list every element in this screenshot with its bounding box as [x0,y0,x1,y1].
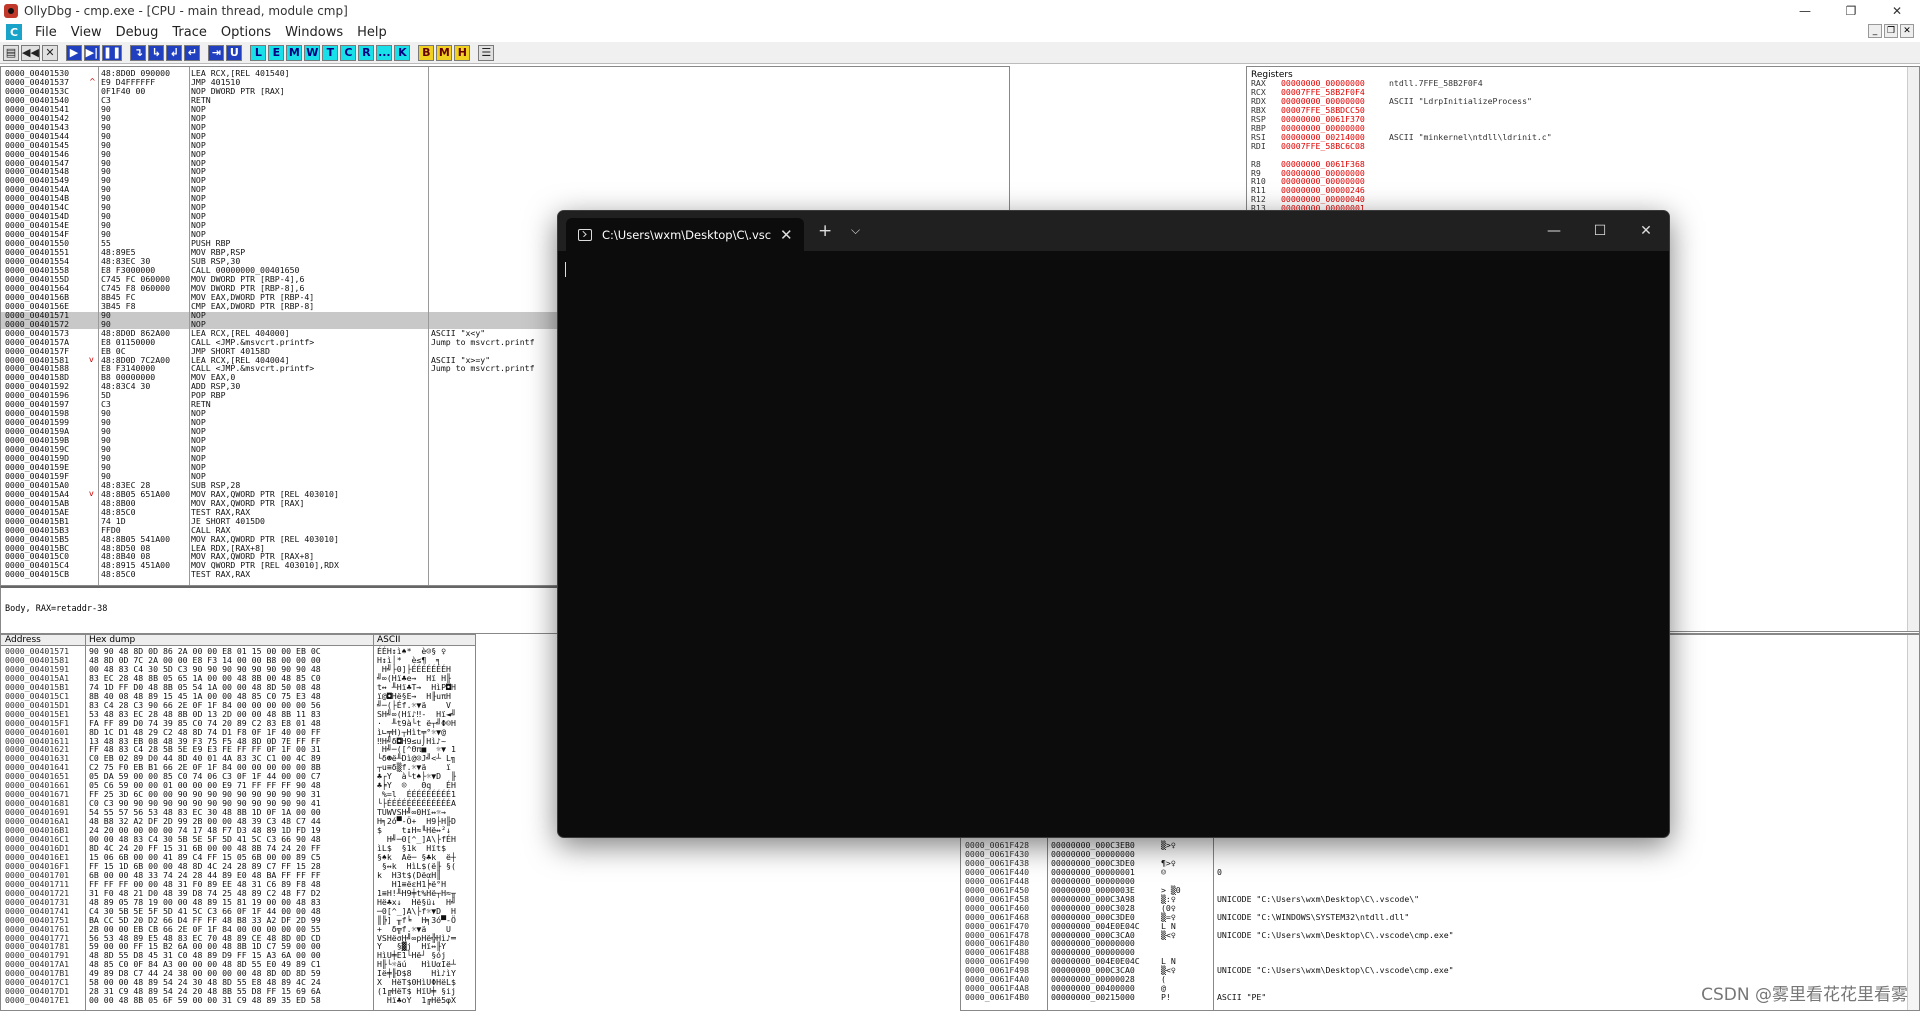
threads-window-button[interactable]: T [322,44,339,61]
terminal-maximize-button[interactable]: ☐ [1577,211,1623,251]
toolbar: ▤ ◀◀ ✕ ▶ ▶| ❚❚ ↴ ↳ ↲ ↵ ⇥ U L E M W T C R… [0,42,1920,64]
run-thread-icon[interactable]: ▶| [83,44,100,61]
list-options-icon[interactable]: ☰ [478,44,495,61]
dump-addresses[interactable]: 0000_00401571 0000_00401581 0000_0040159… [5,647,69,1005]
terminal-close-button[interactable]: ✕ [1623,211,1669,251]
ollydbg-bug-icon [4,4,18,18]
text-cursor [565,262,566,277]
cpu-window-icon[interactable]: C [6,24,22,40]
open-icon[interactable]: ▤ [3,44,19,61]
trace-into-icon[interactable]: ↲ [166,44,183,61]
mdi-restore-button[interactable]: ❐ [1884,24,1898,38]
disasm-commands[interactable]: LEA RCX,[REL 401540] JMP 401510 NOP DWOR… [191,69,429,579]
disasm-hex[interactable]: 48:8D0D 090000 E9 D4FFFFFF 0F1F40 00 C3 … [101,69,189,579]
terminal-minimize-button[interactable]: — [1531,211,1577,251]
register-values[interactable]: 00000000_00000000 00007FFE_58B2F0F4 0000… [1281,79,1365,222]
menu-bar: C File View Debug Trace Options Windows … [0,22,1920,42]
dump-ascii[interactable]: ÉÉH↕ì♠* è☺§ ♀ H↕ì│* è≤¶ ╕ H╝├0]├ÉÉÉÉÉÉÉH… [377,647,456,1005]
menu-trace[interactable]: Trace [165,25,214,40]
menu-debug[interactable]: Debug [109,25,166,40]
windows-window-button[interactable]: W [304,44,321,61]
dump-address-header[interactable]: Address [5,635,41,645]
menu-file[interactable]: File [28,25,64,40]
hardware-breakpoints-button[interactable]: H [454,44,471,61]
chevron-down-icon[interactable]: ⌵ [851,223,860,238]
step-over-icon[interactable]: ↳ [148,44,165,61]
dump-hex[interactable]: 90 90 48 8D 0D 86 2A 00 00 E8 01 15 00 0… [89,647,321,1005]
menu-options[interactable]: Options [214,25,278,40]
run-icon[interactable]: ▶ [65,44,82,61]
info-text: Body, RAX=retaddr-38 [5,604,108,614]
terminal-icon [578,228,592,241]
log-window-button[interactable]: L [250,44,267,61]
terminal-tab-bar: C:\Users\wxm\Desktop\C\.vsc ✕ + ⌵ — ☐ ✕ [558,211,1669,251]
jump-arrow-down: v [89,489,94,498]
disasm-addresses[interactable]: 0000_00401530 0000_00401537 0000_0040153… [5,69,97,579]
new-tab-icon[interactable]: + [818,221,832,241]
restart-icon[interactable]: ◀◀ [21,44,40,61]
close-program-icon[interactable]: ✕ [41,44,58,61]
pause-icon[interactable]: ❚❚ [101,44,123,61]
mdi-close-button[interactable]: ✕ [1900,24,1914,38]
step-into-icon[interactable]: ↴ [130,44,147,61]
memory-breakpoints-button[interactable]: M [436,44,453,61]
memory-window-button[interactable]: M [286,44,303,61]
execute-till-user-code-icon[interactable]: U [226,44,243,61]
register-comments: ntdll.7FFE_58B2F0F4 ASCII "LdrpInitializ… [1389,78,1552,142]
minimize-button[interactable]: — [1782,0,1828,22]
call-stack-button[interactable]: K [394,44,411,61]
terminal-tab[interactable]: C:\Users\wxm\Desktop\C\.vsc ✕ [566,218,804,251]
watermark-text: CSDN @雾里看花花里看雾 [1701,985,1908,1005]
tab-close-icon[interactable]: ✕ [780,226,793,244]
mdi-minimize-button[interactable]: _ [1868,24,1882,38]
references-window-button[interactable]: R [358,44,375,61]
terminal-tab-title: C:\Users\wxm\Desktop\C\.vsc [602,227,772,242]
modules-window-button[interactable]: E [268,44,285,61]
stack-values[interactable]: 00000000_000C3EB0 00000000_00000000 0000… [1051,841,1140,1002]
register-names: RAX RCX RDX RBX RSP RBP RSI RDI R8 R9 R1… [1251,78,1266,222]
close-button[interactable]: ✕ [1874,0,1920,22]
dump-pane[interactable]: Address Hex dump ASCII 0000_00401571 000… [0,634,476,1011]
trace-over-icon[interactable]: ↵ [184,44,201,61]
restore-button[interactable]: ❐ [1828,0,1874,22]
window-title: OllyDbg - cmp.exe - [CPU - main thread, … [24,4,348,18]
dump-hex-header[interactable]: Hex dump [89,635,135,645]
run-trace-button[interactable]: ... [376,44,393,61]
terminal-window[interactable]: C:\Users\wxm\Desktop\C\.vsc ✕ + ⌵ — ☐ ✕ [557,210,1670,838]
stack-comments: 0 UNICODE "C:\Users\wxm\Desktop\C\.vscod… [1217,866,1454,1003]
dump-ascii-header[interactable]: ASCII [377,635,400,645]
execute-till-return-icon[interactable]: ⇥ [208,44,225,61]
registers-scrollbar[interactable] [1907,67,1919,631]
menu-view[interactable]: View [64,25,109,40]
stack-scrollbar[interactable] [1907,635,1919,1010]
stack-addresses[interactable]: 0000_0061F428 0000_0061F430 0000_0061F43… [965,841,1029,1002]
menu-windows[interactable]: Windows [278,25,350,40]
jump-arrow-down: v [89,355,94,364]
stack-chars: ▒>♀ ¶>♀ ☺ > ▒0 ▒:♀ (0♀ ▒=♀ L N ▒<♀ L N ▒… [1161,840,1181,1003]
breakpoints-button[interactable]: B [418,44,435,61]
menu-help[interactable]: Help [350,25,394,40]
cpu-window-button[interactable]: C [340,44,357,61]
title-bar: OllyDbg - cmp.exe - [CPU - main thread, … [0,0,1920,22]
jump-arrow-up: ^ [89,77,96,86]
